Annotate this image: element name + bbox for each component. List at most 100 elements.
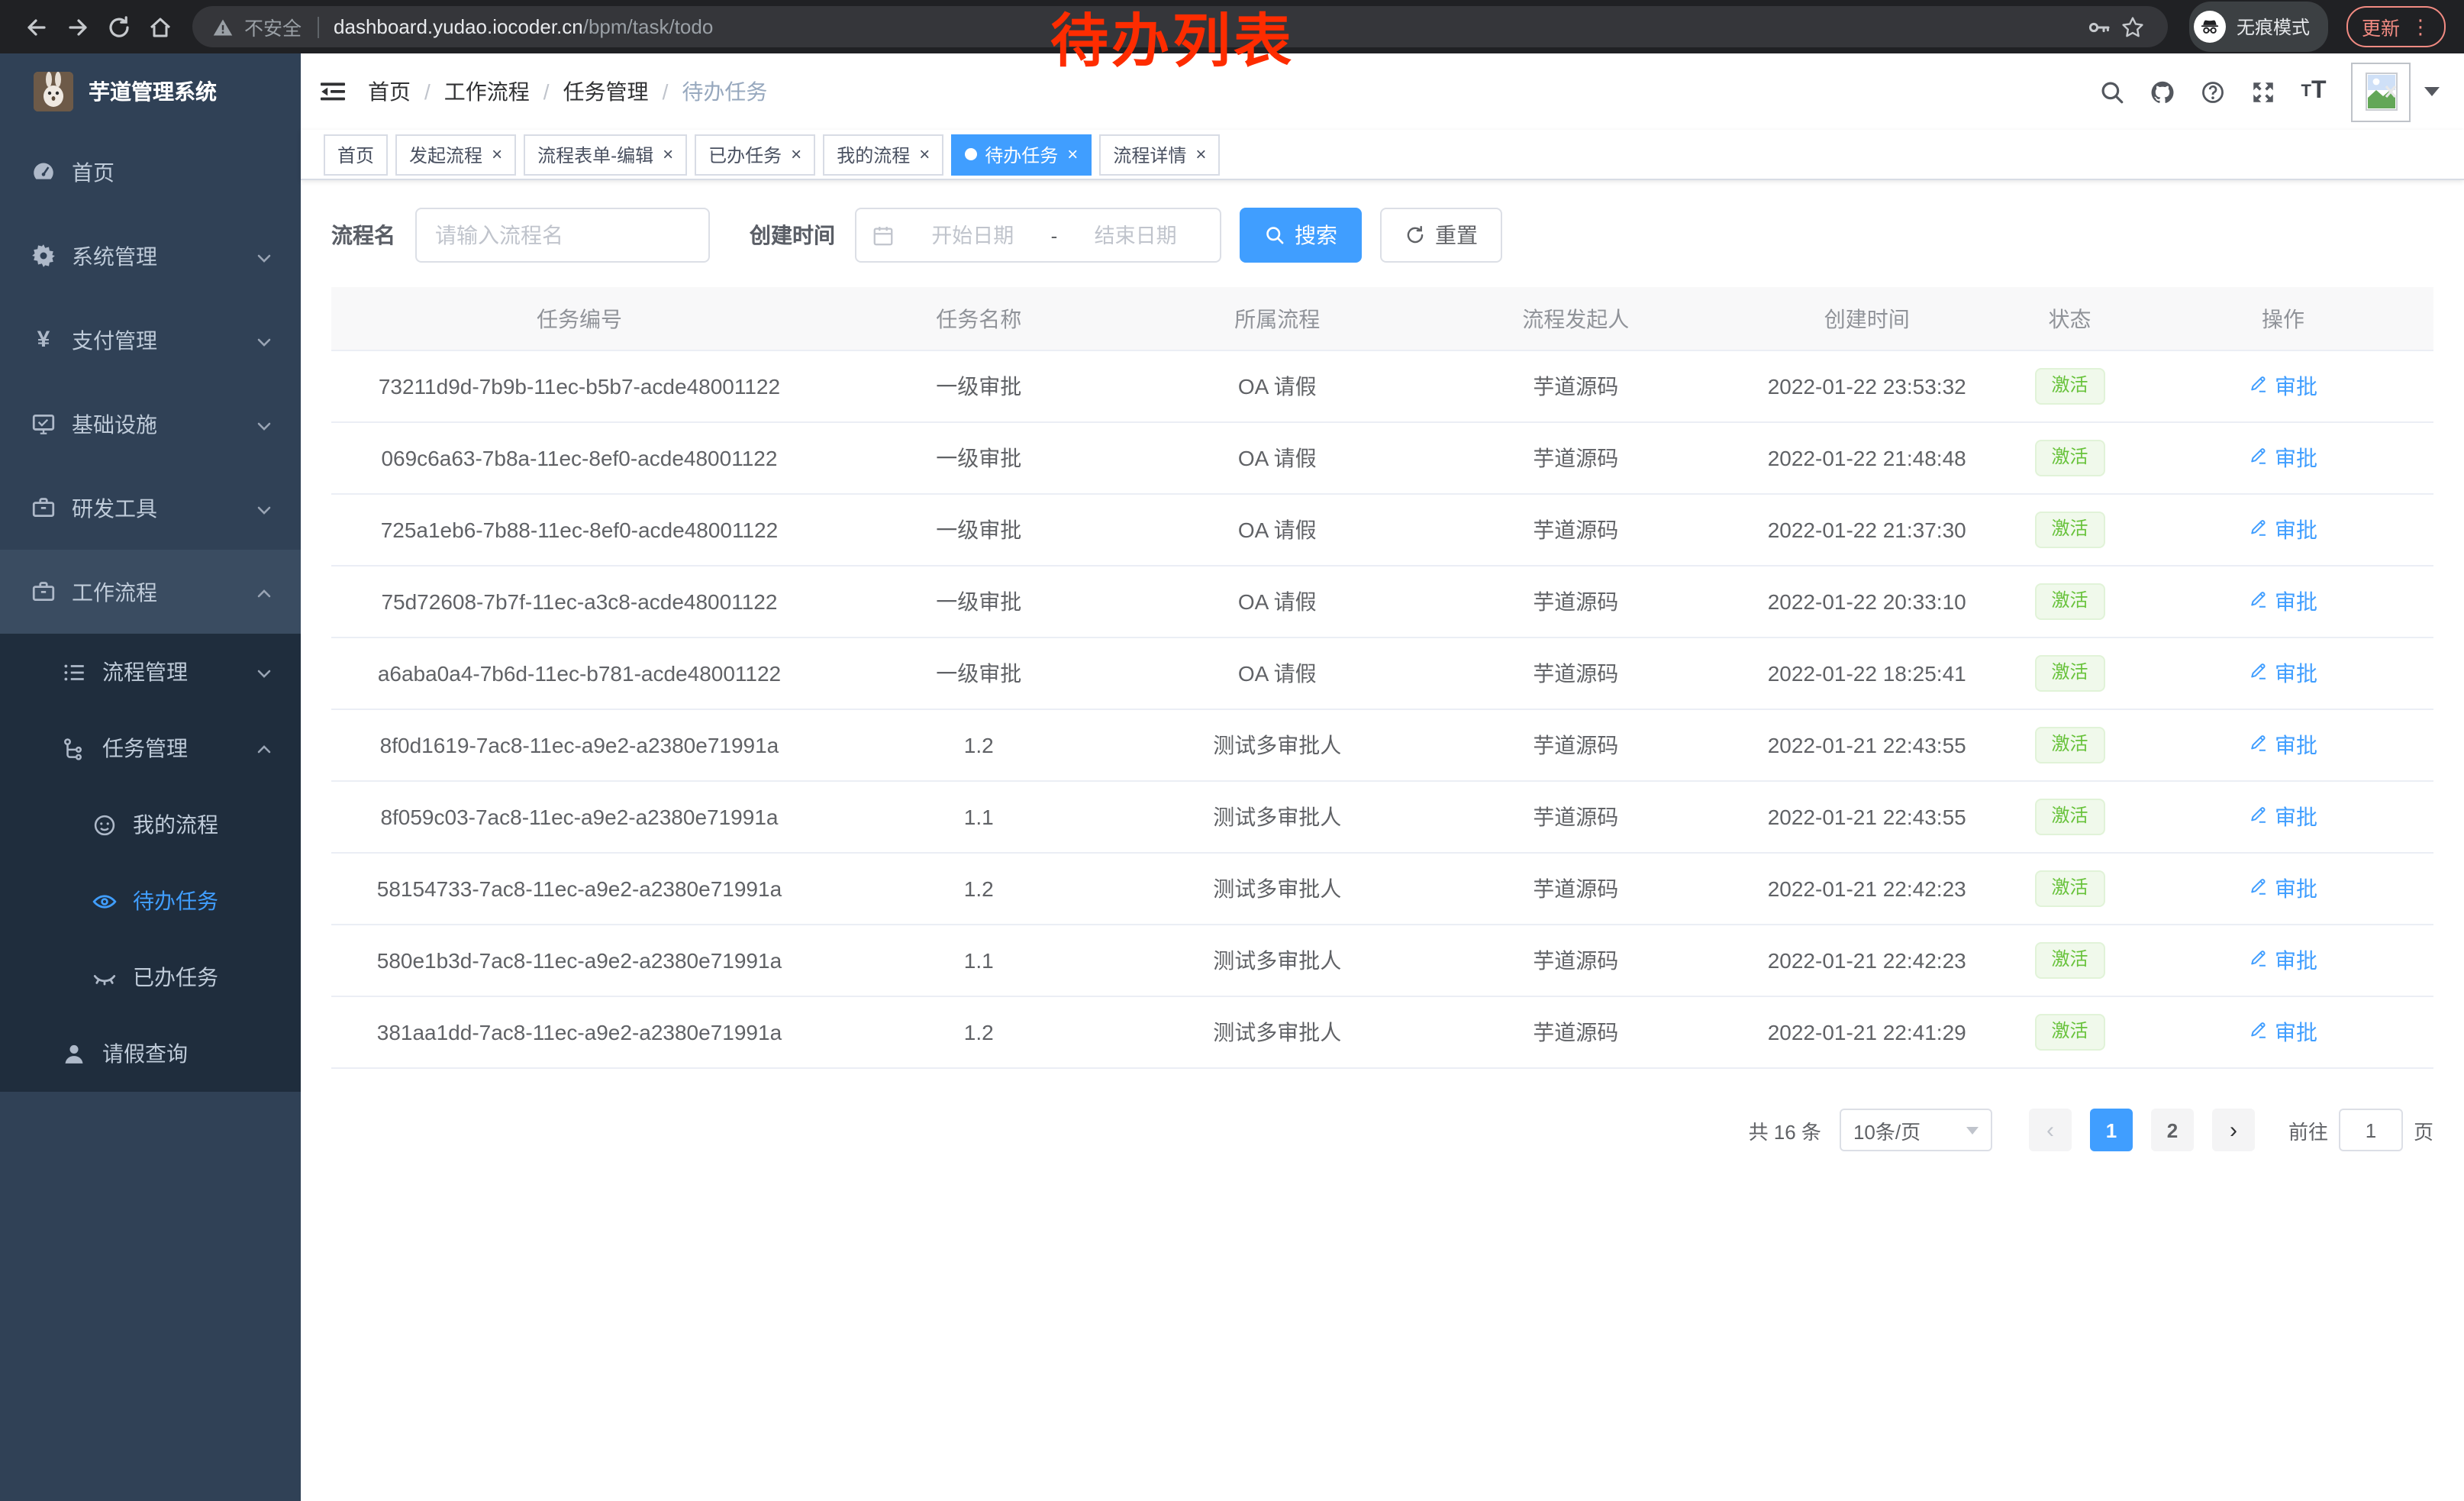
pencil-icon [2249, 374, 2269, 399]
sidebar-fold-icon[interactable] [316, 75, 350, 108]
sidebar-logo-row[interactable]: 芋道管理系统 [0, 53, 301, 130]
approve-link[interactable]: 审批 [2249, 586, 2317, 617]
created-time-cell: 2022-01-21 22:43:55 [1727, 781, 2007, 853]
page-button-2[interactable]: 2 [2151, 1109, 2194, 1151]
table-row: 069c6a63-7b8a-11ec-8ef0-acde48001122一级审批… [331, 422, 2433, 494]
end-date-input[interactable] [1066, 222, 1205, 248]
page-size-select[interactable]: 10条/页 [1840, 1109, 1992, 1151]
tab-close-icon[interactable]: × [663, 145, 673, 163]
sidebar-item-leave-query[interactable]: 请假查询 [0, 1015, 301, 1092]
pencil-icon [2249, 805, 2269, 829]
approve-link[interactable]: 审批 [2249, 945, 2317, 976]
date-range-picker[interactable]: - [855, 208, 1221, 263]
goto-page-input[interactable] [2339, 1109, 2403, 1151]
github-icon[interactable] [2137, 66, 2188, 117]
tab-流程详情[interactable]: 流程详情× [1099, 134, 1220, 175]
sidebar-item-system[interactable]: 系统管理 [0, 214, 301, 298]
next-page-button[interactable]: › [2212, 1109, 2255, 1151]
action-cell: 审批 [2133, 781, 2433, 853]
tab-close-icon[interactable]: × [1195, 145, 1206, 163]
approve-link[interactable]: 审批 [2249, 515, 2317, 545]
bookmark-star-icon[interactable] [2116, 6, 2150, 47]
sidebar-item-my-process[interactable]: 我的流程 [0, 786, 301, 863]
update-label[interactable]: 更新 [2362, 12, 2400, 41]
chevron-down-icon [255, 663, 273, 681]
start-date-input[interactable] [904, 222, 1042, 248]
table-row: 73211d9d-7b9b-11ec-b5b7-acde48001122一级审批… [331, 350, 2433, 422]
reload-icon[interactable] [98, 6, 139, 47]
prev-page-button[interactable]: ‹ [2029, 1109, 2072, 1151]
sidebar-item-process-mgmt[interactable]: 流程管理 [0, 634, 301, 710]
process-name-input[interactable] [415, 208, 710, 263]
search-button[interactable]: 搜索 [1240, 208, 1362, 263]
column-header: 任务名称 [827, 287, 1130, 350]
fullscreen-icon[interactable] [2238, 66, 2288, 117]
approve-link[interactable]: 审批 [2249, 1017, 2317, 1047]
password-key-icon[interactable] [2082, 6, 2116, 47]
status-badge: 激活 [2034, 870, 2104, 906]
tab-流程表单-编辑[interactable]: 流程表单-编辑× [524, 134, 687, 175]
approve-link[interactable]: 审批 [2249, 873, 2317, 904]
tab-发起流程[interactable]: 发起流程× [395, 134, 516, 175]
starter-cell: 芋道源码 [1424, 709, 1727, 781]
action-cell: 审批 [2133, 566, 2433, 638]
pagination: 共 16 条 10条/页 ‹ 12 › 前往 页 [331, 1109, 2433, 1197]
back-icon[interactable] [15, 6, 56, 47]
table-row: 8f059c03-7ac8-11ec-a9e2-a2380e71991a1.1测… [331, 781, 2433, 853]
breadcrumb-item[interactable]: 任务管理 [563, 76, 649, 107]
sidebar-item-done-task[interactable]: 已办任务 [0, 939, 301, 1015]
active-tab-dot-icon [965, 148, 977, 160]
sidebar-item-workflow[interactable]: 工作流程 [0, 550, 301, 634]
approve-link[interactable]: 审批 [2249, 730, 2317, 760]
browser-menu-icon[interactable]: ⋮ [2411, 15, 2430, 39]
toolbox-icon [31, 495, 56, 521]
tab-close-icon[interactable]: × [919, 145, 930, 163]
breadcrumb-separator: / [424, 79, 431, 104]
status-badge: 激活 [2034, 583, 2104, 619]
avatar[interactable] [2351, 62, 2411, 121]
tab-首页[interactable]: 首页 [324, 134, 388, 175]
browser-update-button[interactable]: 更新 ⋮ [2346, 6, 2446, 47]
breadcrumb-item[interactable]: 首页 [368, 76, 411, 107]
approve-link[interactable]: 审批 [2249, 371, 2317, 402]
status-badge: 激活 [2034, 440, 2104, 476]
sidebar-item-label: 待办任务 [133, 886, 218, 916]
approve-link[interactable]: 审批 [2249, 658, 2317, 689]
sidebar-item-payment[interactable]: ¥支付管理 [0, 298, 301, 382]
select-caret-icon [1966, 1126, 1979, 1134]
action-cell: 审批 [2133, 422, 2433, 494]
font-size-icon[interactable]: TT [2288, 66, 2339, 117]
task-name-cell: 一级审批 [827, 566, 1130, 638]
tab-已办任务[interactable]: 已办任务× [695, 134, 815, 175]
sidebar-item-dev-tools[interactable]: 研发工具 [0, 466, 301, 550]
user-icon [61, 1041, 87, 1067]
forward-icon[interactable] [56, 6, 98, 47]
help-icon[interactable] [2188, 66, 2238, 117]
search-icon[interactable] [2087, 66, 2137, 117]
tab-待办任务[interactable]: 待办任务× [951, 134, 1092, 175]
tab-close-icon[interactable]: × [1067, 145, 1078, 163]
eye-icon [92, 888, 118, 914]
avatar-dropdown-caret-icon[interactable] [2424, 87, 2440, 96]
url-bar[interactable]: 不安全 dashboard.yudao.iocoder.cn /bpm/task… [192, 6, 2168, 47]
sidebar-item-infrastructure[interactable]: 基础设施 [0, 382, 301, 466]
approve-link[interactable]: 审批 [2249, 443, 2317, 473]
home-icon[interactable] [139, 6, 180, 47]
process-cell: OA 请假 [1130, 422, 1425, 494]
sidebar-item-todo-task[interactable]: 待办任务 [0, 863, 301, 939]
sidebar-item-label: 我的流程 [133, 809, 218, 840]
reset-button[interactable]: 重置 [1380, 208, 1502, 263]
page-button-1[interactable]: 1 [2090, 1109, 2133, 1151]
starter-cell: 芋道源码 [1424, 638, 1727, 709]
tab-close-icon[interactable]: × [791, 145, 801, 163]
process-cell: 测试多审批人 [1130, 709, 1425, 781]
approve-link[interactable]: 审批 [2249, 802, 2317, 832]
tab-close-icon[interactable]: × [492, 145, 502, 163]
process-cell: OA 请假 [1130, 638, 1425, 709]
sidebar-item-home[interactable]: 首页 [0, 130, 301, 214]
pencil-icon [2249, 661, 2269, 686]
status-badge: 激活 [2034, 1014, 2104, 1050]
breadcrumb-item[interactable]: 工作流程 [444, 76, 530, 107]
sidebar-item-task-mgmt[interactable]: 任务管理 [0, 710, 301, 786]
tab-我的流程[interactable]: 我的流程× [823, 134, 943, 175]
